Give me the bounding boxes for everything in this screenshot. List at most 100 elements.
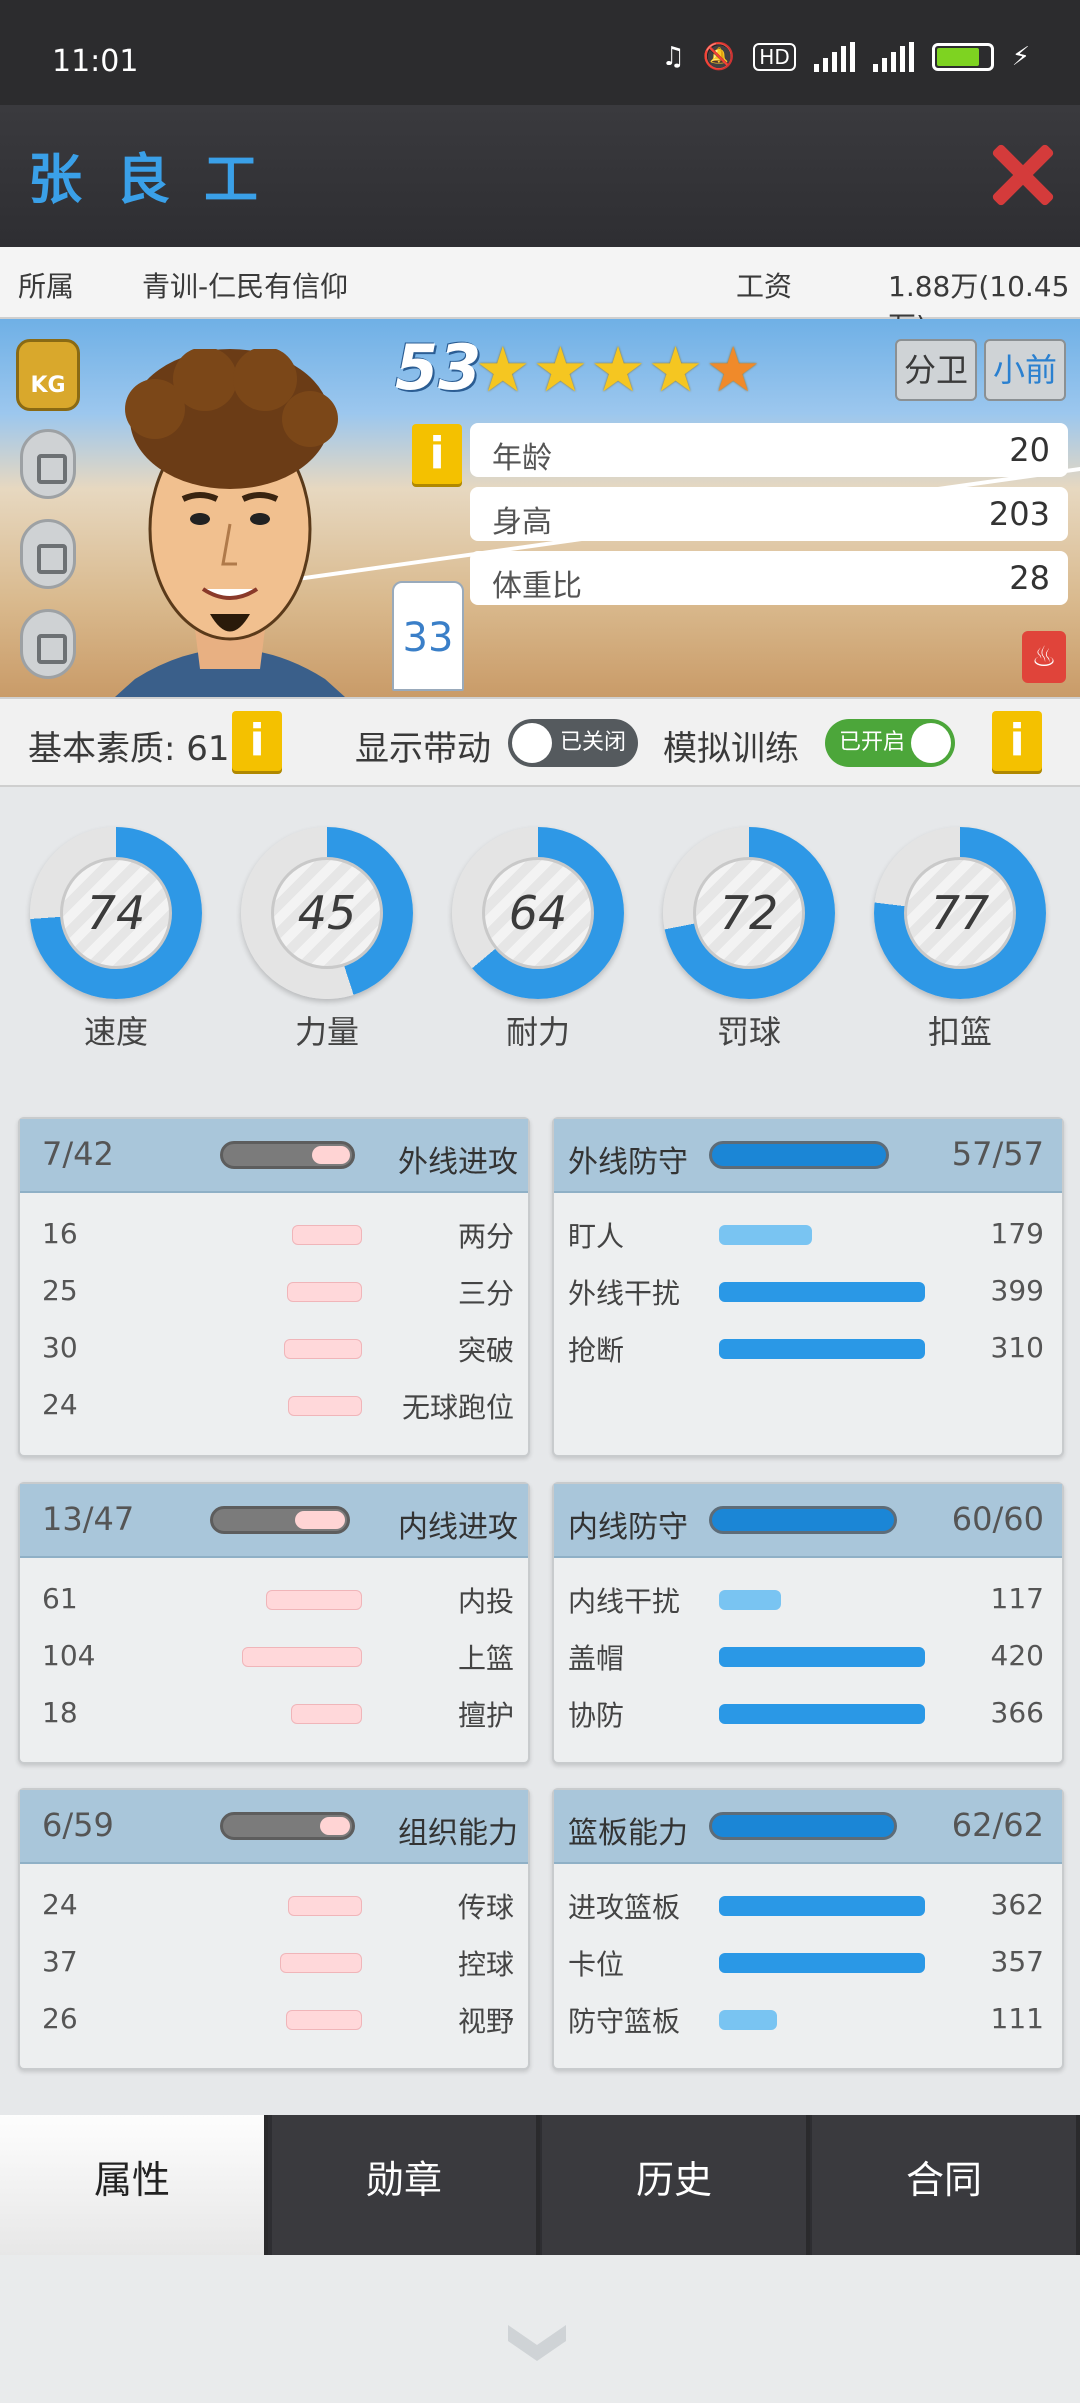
stat-row-value: 399: [990, 1274, 1044, 1307]
team-label: 所属: [18, 270, 75, 303]
stat-row: 104 上篮: [20, 1635, 528, 1675]
stat-value: 20: [1009, 431, 1050, 469]
position-tag-1[interactable]: 分卫: [895, 339, 977, 401]
status-bar: 11:01 ♫ 🔕 HD ⚡: [0, 0, 1080, 105]
stat-row: 18 擅护: [20, 1692, 528, 1732]
panel-header: 内线进攻 13/47: [20, 1484, 528, 1558]
toggle-knob: [911, 723, 951, 763]
fire-icon[interactable]: ♨: [1022, 631, 1066, 683]
stat-row-value: 18: [42, 1696, 78, 1729]
close-icon[interactable]: [988, 141, 1052, 205]
stat-row-label: 进攻篮板: [568, 1891, 681, 1924]
stat-row-label: 抢断: [568, 1334, 625, 1367]
stat-row-label: 擅护: [457, 1699, 514, 1732]
panel-outside-defense: 外线防守 57/57 179 盯人 399 外线干扰 310 抢断: [552, 1117, 1064, 1457]
panel-inside-defense: 内线防守 60/60 117 内线干扰 420 盖帽 366 协防: [552, 1482, 1064, 1764]
stat-row: 117 内线干扰: [554, 1578, 1062, 1618]
star-icon: ★: [532, 333, 589, 406]
stat-row-value: 16: [42, 1217, 78, 1250]
stat-row: 61 内投: [20, 1578, 528, 1618]
stat-row: 111 防守篮板: [554, 1998, 1062, 2038]
star-icon: ★: [647, 333, 704, 406]
info-icon[interactable]: i: [232, 711, 282, 771]
stat-label: 体重比: [492, 569, 582, 604]
lock-icon[interactable]: [20, 429, 76, 499]
stat-row-label: 外线干扰: [568, 1277, 681, 1310]
gauge-ring: 72: [663, 827, 835, 999]
stat-height: 身高 203: [470, 487, 1068, 541]
stat-row-label: 上篮: [457, 1642, 514, 1675]
gauge-strength: 45 力量: [241, 827, 413, 1067]
overall-rating: 53: [395, 331, 482, 404]
lock-icon[interactable]: [20, 519, 76, 589]
stat-row-label: 内线干扰: [568, 1585, 681, 1618]
stat-row-bar: [266, 1590, 362, 1610]
info-icon[interactable]: i: [992, 711, 1042, 771]
stat-row-value: 61: [42, 1582, 78, 1615]
panel-header: 内线防守 60/60: [554, 1484, 1062, 1558]
charging-icon: ⚡: [1011, 42, 1030, 72]
player-card: KG 53 ★ ★ ★ ★ ★ 分卫 小前 i 年龄 20 身高 203 体重比…: [0, 319, 1080, 697]
gauge-dunk: 77 扣篮: [874, 827, 1046, 1067]
stat-row-bar: [719, 1225, 812, 1245]
info-bar: 所属 青训-仁民有信仰 工资 1.88万(10.45万): [0, 247, 1080, 343]
panel-count: 13/47: [42, 1500, 135, 1538]
panel-inside-offense: 内线进攻 13/47 61 内投 104 上篮 18 擅护: [18, 1482, 530, 1764]
stat-row-label: 视野: [457, 2005, 514, 2038]
stat-row-label: 无球跑位: [401, 1391, 514, 1424]
player-name: 张良工: [28, 148, 292, 211]
panel-progress-bar: [709, 1141, 889, 1169]
kg-badge[interactable]: KG: [16, 339, 80, 411]
sim-train-label: 模拟训练: [663, 729, 799, 769]
tab-contract[interactable]: 合同: [812, 2115, 1080, 2255]
tab-history[interactable]: 历史: [542, 2115, 810, 2255]
panel-progress-bar: [709, 1812, 897, 1840]
stat-row-value: 25: [42, 1274, 78, 1307]
stat-row-bar: [719, 1590, 781, 1610]
toggle-state: 已关闭: [560, 730, 627, 755]
panel-title: 篮板能力: [568, 1816, 688, 1851]
chevron-down-icon[interactable]: [504, 2315, 570, 2371]
stat-row-bar: [719, 1704, 925, 1724]
stat-row-label: 两分: [457, 1220, 514, 1253]
player-avatar: [115, 349, 345, 697]
footer: [0, 2255, 1080, 2403]
bar-fill: [320, 1817, 350, 1835]
stat-row-value: 420: [990, 1639, 1044, 1672]
stat-row: 25 三分: [20, 1270, 528, 1310]
gauge-label: 力量: [294, 1013, 359, 1051]
stat-age: 年龄 20: [470, 423, 1068, 477]
stat-label: 身高: [492, 505, 552, 540]
stat-row-value: 179: [990, 1217, 1044, 1250]
info-icon[interactable]: i: [412, 424, 462, 484]
stat-row-bar: [286, 2010, 362, 2030]
show-drive-label: 显示带动: [355, 729, 491, 769]
star-rating: ★ ★ ★ ★ ★: [475, 339, 761, 401]
stat-row-value: 30: [42, 1331, 78, 1364]
stat-row: 399 外线干扰: [554, 1270, 1062, 1310]
bar-fill: [312, 1146, 350, 1164]
stat-row-value: 24: [42, 1888, 78, 1921]
sim-train-toggle[interactable]: 已开启: [825, 719, 955, 767]
lock-icon[interactable]: [20, 609, 76, 679]
stat-row: 357 卡位: [554, 1941, 1062, 1981]
stat-row-bar: [719, 1647, 925, 1667]
stat-row-value: 37: [42, 1945, 78, 1978]
stat-row-bar: [288, 1396, 362, 1416]
stat-row-bar: [280, 1953, 362, 1973]
position-tag-2[interactable]: 小前: [984, 339, 1066, 401]
stat-row: 37 控球: [20, 1941, 528, 1981]
gauge-ring: 45: [241, 827, 413, 999]
stat-row-bar: [292, 1225, 362, 1245]
tab-badges[interactable]: 勋章: [272, 2115, 540, 2255]
stat-row-label: 协防: [568, 1699, 625, 1732]
status-icons: ♫ 🔕 HD ⚡: [662, 42, 1030, 72]
gauge-speed: 74 速度: [30, 827, 202, 1067]
gauge-value: 74: [60, 857, 172, 969]
panel-progress-bar: [709, 1506, 897, 1534]
stat-row-label: 卡位: [568, 1948, 625, 1981]
show-drive-toggle[interactable]: 已关闭: [508, 719, 638, 767]
stat-row-value: 24: [42, 1388, 78, 1421]
jersey-icon: 33: [392, 581, 464, 691]
tab-attributes[interactable]: 属性: [0, 2115, 268, 2255]
